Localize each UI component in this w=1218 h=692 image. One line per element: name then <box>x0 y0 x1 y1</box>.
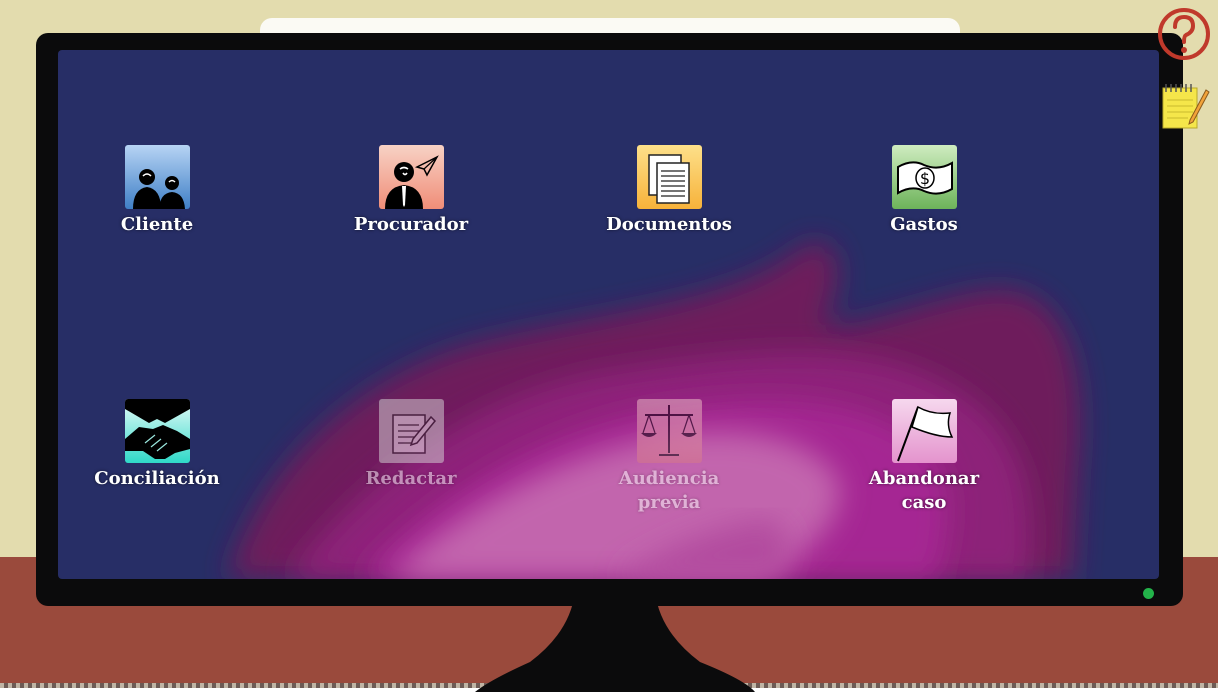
app-procurador[interactable]: Procurador <box>341 145 481 237</box>
monitor-stand <box>475 592 755 692</box>
app-label: Documentos <box>606 214 732 235</box>
app-redactar[interactable]: Redactar <box>341 399 481 491</box>
documents-icon <box>636 145 702 209</box>
app-documentos[interactable]: Documentos <box>594 145 744 237</box>
power-led <box>1143 588 1154 599</box>
svg-text:$: $ <box>919 169 929 188</box>
clients-icon <box>124 145 190 209</box>
app-cliente[interactable]: Cliente <box>87 145 227 237</box>
app-label: Abandonar caso <box>868 468 980 513</box>
handshake-icon <box>124 399 190 463</box>
attorney-icon <box>378 145 444 209</box>
app-label: Procurador <box>353 214 469 235</box>
monitor-screen: Cliente Procurador Documentos $ Gastos C… <box>58 50 1159 579</box>
notepad-icon[interactable] <box>1160 80 1210 130</box>
app-label: Conciliación <box>94 468 220 489</box>
app-label: Cliente <box>120 214 194 235</box>
app-conciliacion[interactable]: Conciliación <box>77 399 237 491</box>
white-flag-icon <box>891 399 957 463</box>
scales-icon <box>636 399 702 463</box>
question-mark-icon[interactable] <box>1156 6 1212 62</box>
app-label: Redactar <box>365 468 457 489</box>
app-label: Gastos <box>890 214 958 235</box>
monitor: Cliente Procurador Documentos $ Gastos C… <box>36 33 1183 606</box>
app-audiencia-previa[interactable]: Audiencia previa <box>599 399 739 515</box>
app-abandonar-caso[interactable]: Abandonar caso <box>849 399 999 515</box>
app-gastos[interactable]: $ Gastos <box>854 145 994 237</box>
write-icon <box>378 399 444 463</box>
app-label: Audiencia previa <box>618 468 720 513</box>
money-icon: $ <box>891 145 957 209</box>
